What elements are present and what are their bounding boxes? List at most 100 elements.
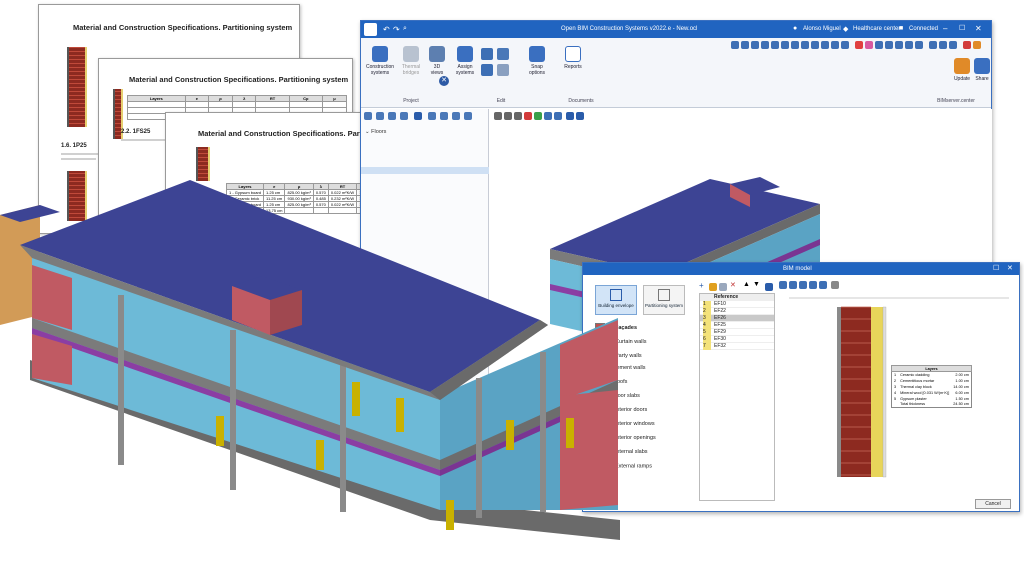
view-tool-icon[interactable]	[771, 41, 779, 49]
delete-icon[interactable]: ✕	[730, 281, 736, 289]
cancel-button[interactable]: Cancel	[975, 499, 1011, 509]
view-tool-icon[interactable]	[973, 41, 981, 49]
tree-tool-icon[interactable]	[440, 112, 448, 120]
tree-selected-row[interactable]	[361, 167, 489, 174]
category-exterior-doors[interactable]: Exterior doors	[613, 407, 647, 413]
category-basement-walls[interactable]: Basement walls	[607, 365, 646, 371]
tab-partitioning-system[interactable]: Partitioning system	[643, 285, 685, 315]
maximize-icon[interactable]: ☐	[959, 24, 965, 32]
reference-row[interactable]: 3 EF26	[700, 315, 774, 322]
view-tool-icon[interactable]	[949, 41, 957, 49]
reports-button[interactable]: Reports	[561, 46, 585, 70]
category-exterior-openings[interactable]: Exterior openings	[613, 435, 656, 441]
tree-tool-icon[interactable]	[452, 112, 460, 120]
3d-views-button[interactable]: 3D views	[427, 46, 447, 76]
view-tool-icon[interactable]	[731, 41, 739, 49]
door	[352, 382, 360, 416]
zoom-icon[interactable]	[799, 281, 807, 289]
view-tool-icon[interactable]	[791, 41, 799, 49]
view-tool-icon[interactable]	[963, 41, 971, 49]
view-tool-icon[interactable]	[821, 41, 829, 49]
close-icon[interactable]: ✕	[1007, 264, 1013, 272]
pan-icon[interactable]	[819, 281, 827, 289]
tree-tool-icon[interactable]	[414, 112, 422, 120]
view-tool-icon[interactable]	[841, 41, 849, 49]
view-tool-icon[interactable]	[831, 41, 839, 49]
close-icon[interactable]: ✕	[975, 24, 982, 33]
edit-tool-icon[interactable]	[481, 64, 493, 76]
view-tool-icon[interactable]	[915, 41, 923, 49]
group-label-edit: Edit	[496, 98, 506, 104]
view-tool-icon[interactable]	[801, 41, 809, 49]
zoom-icon[interactable]	[779, 281, 787, 289]
redo-icon[interactable]: ↷	[393, 25, 400, 34]
view-tool-icon[interactable]	[751, 41, 759, 49]
reference-row[interactable]: 5 EF29	[700, 329, 774, 336]
view-tool-icon[interactable]	[865, 41, 873, 49]
assign-systems-button[interactable]: Assign systems	[453, 46, 477, 76]
tree-tool-icon[interactable]	[400, 112, 408, 120]
view-tool-icon[interactable]	[761, 41, 769, 49]
view-tool-icon[interactable]	[905, 41, 913, 49]
move-up-icon[interactable]: ▲	[743, 281, 750, 288]
view-tool-icon[interactable]	[939, 41, 947, 49]
reference-row[interactable]: 7 EF32	[700, 343, 774, 350]
category-roofs[interactable]: Roofs	[613, 379, 627, 385]
move-icon[interactable]	[497, 64, 509, 76]
category-external-ramps[interactable]: External ramps	[607, 463, 652, 469]
tree-tool-icon[interactable]	[376, 112, 384, 120]
category-curtain-walls[interactable]: Curtain walls	[595, 337, 646, 346]
category-party-walls[interactable]: Party walls	[595, 351, 642, 360]
view-tool-icon[interactable]	[811, 41, 819, 49]
end-wall-red	[32, 265, 72, 330]
construction-systems-button[interactable]: Construction systems	[365, 46, 395, 76]
connection-status: Connected	[909, 26, 939, 32]
tree-tool-icon[interactable]	[464, 112, 472, 120]
thermal-bridges-button[interactable]: Thermal bridges	[397, 46, 425, 76]
reference-row[interactable]: 2 EF22	[700, 308, 774, 315]
reference-row-label: EF32	[714, 343, 726, 349]
user-name[interactable]: Alonso Miguel	[803, 26, 841, 32]
group-label-project: Project	[403, 98, 419, 104]
reference-row[interactable]: 6 EF30	[700, 336, 774, 343]
reference-row[interactable]: 1 EF10	[700, 301, 774, 308]
tree-tool-icon[interactable]	[388, 112, 396, 120]
edit-tool-icon[interactable]	[481, 48, 493, 60]
list-view-icon[interactable]	[765, 283, 773, 291]
minimize-icon[interactable]: –	[943, 24, 947, 33]
tab-building-envelope[interactable]: Building envelope	[595, 285, 637, 315]
reports-icon	[565, 46, 581, 62]
print-icon[interactable]	[831, 281, 839, 289]
share-button[interactable]: Share	[973, 58, 991, 82]
maximize-icon[interactable]: ☐	[993, 264, 999, 272]
view-tool-icon[interactable]	[885, 41, 893, 49]
category-exterior-windows[interactable]: Exterior windows	[613, 421, 655, 427]
category-facades[interactable]: Façades	[595, 323, 637, 332]
update-button[interactable]: Update	[953, 58, 971, 82]
snap-options-button[interactable]: Snap options	[525, 46, 549, 76]
view-tool-icon[interactable]	[875, 41, 883, 49]
view-tool-icon[interactable]	[895, 41, 903, 49]
project-name[interactable]: Healthcare center	[853, 26, 900, 32]
view-tool-icon[interactable]	[781, 41, 789, 49]
view-tool-icon[interactable]	[855, 41, 863, 49]
category-floor-slabs[interactable]: Floor slabs	[613, 393, 640, 399]
tree-tool-icon[interactable]	[364, 112, 372, 120]
pencil-icon[interactable]	[497, 48, 509, 60]
copy-icon[interactable]	[719, 283, 727, 291]
category-external-slabs[interactable]: External slabs	[613, 449, 648, 455]
tree-node-floors[interactable]: ⌄ Floors	[365, 129, 386, 135]
view-tool-icon[interactable]	[741, 41, 749, 49]
reference-row[interactable]: 4 EF25	[700, 322, 774, 329]
undo-icon[interactable]: ↶	[383, 25, 390, 34]
view-tool-icon[interactable]	[929, 41, 937, 49]
zoom-icon[interactable]	[809, 281, 817, 289]
search-icon[interactable]: ⌕	[403, 25, 407, 33]
add-icon[interactable]: +	[699, 281, 704, 290]
delete-icon[interactable]: ✕	[439, 76, 449, 86]
move-down-icon[interactable]: ▼	[753, 281, 760, 288]
tree-tool-icon[interactable]	[428, 112, 436, 120]
zoom-icon[interactable]	[789, 281, 797, 289]
edit-icon[interactable]	[709, 283, 717, 291]
project-tree-panel: ⌄ Floors	[361, 109, 489, 409]
